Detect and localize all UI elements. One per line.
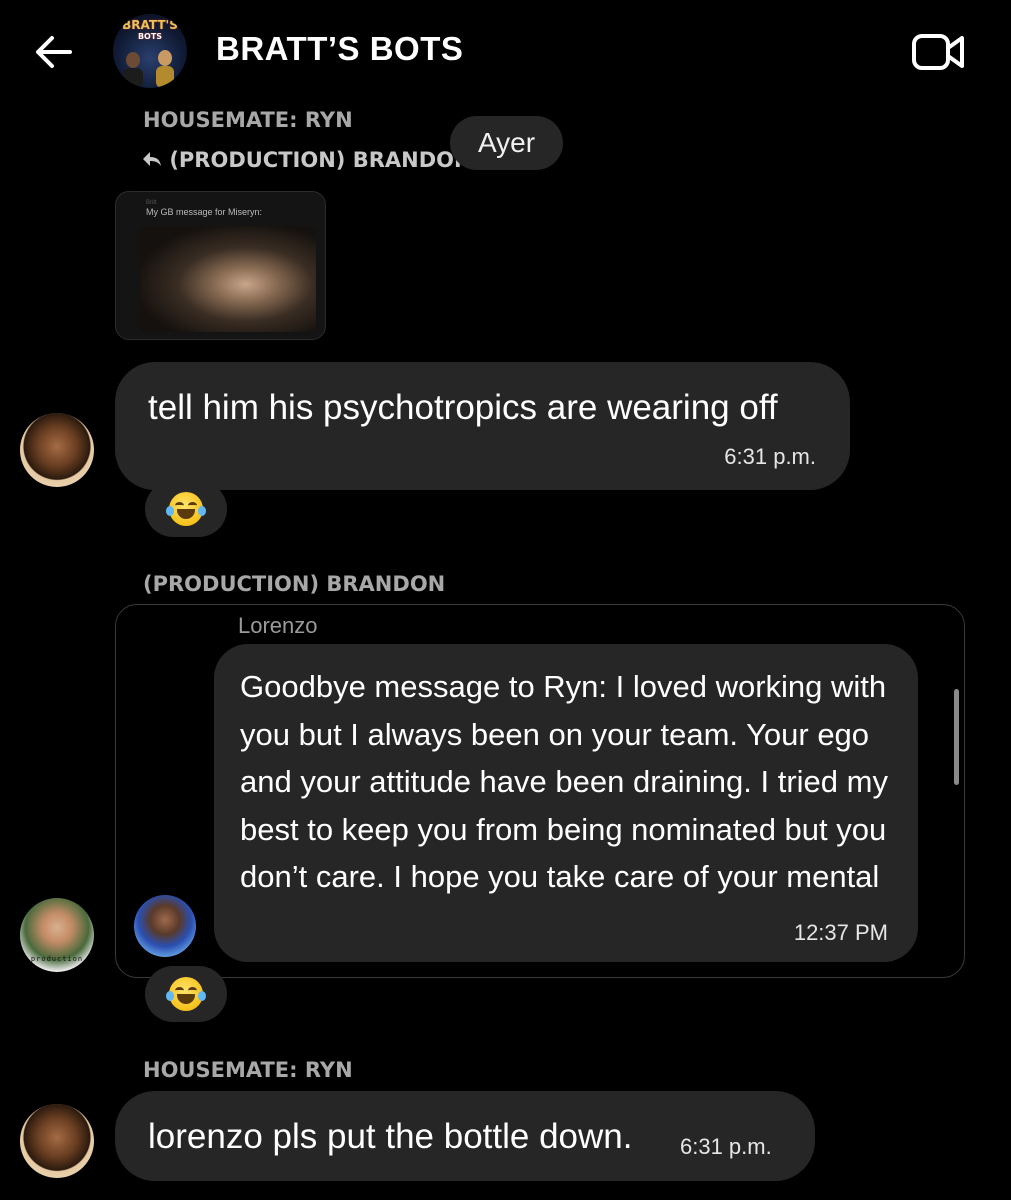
shared-message-bubble: Goodbye message to Ryn: I loved working … [214,644,918,962]
shared-author: Lorenzo [238,613,318,638]
shared-message-text: Goodbye message to Ryn: I loved working … [240,669,888,894]
date-separator: Ayer [450,116,563,170]
thumbnail-small-label: Britt [146,200,157,206]
back-button[interactable] [30,28,78,76]
reaction-pill[interactable] [145,966,227,1022]
shared-author-avatar [134,895,196,957]
group-logo: BRATT'S BOTS [122,18,178,41]
avatar[interactable] [20,1104,94,1178]
avatar[interactable] [20,413,94,487]
reaction-pill[interactable] [145,481,227,537]
avatar[interactable]: production [20,898,94,972]
laughing-tears-emoji-icon [166,492,206,526]
laughing-tears-emoji-icon [166,977,206,1011]
shared-message-time: 12:37 PM [793,920,888,945]
reply-to-name: (PRODUCTION) BRANDON [169,148,472,172]
message-bubble[interactable]: tell him his psychotropics are wearing o… [115,362,850,490]
sender-name: (PRODUCTION) BRANDON [143,572,446,596]
group-avatar[interactable]: BRATT'S BOTS [113,14,187,88]
image-thumbnail[interactable]: Britt My GB message for Miseryn: [115,191,326,340]
avatar-tag: production [30,955,84,963]
thumbnail-caption: My GB message for Miseryn: [146,207,263,217]
thumbnail-image [140,226,316,332]
sender-name: HOUSEMATE: RYN [143,1058,353,1082]
arrow-left-icon [36,36,72,68]
shared-card-scrollbar[interactable] [954,689,959,785]
message-time: 6:31 p.m. [680,1134,772,1159]
message-text: tell him his psychotropics are wearing o… [148,388,778,427]
message-time: 6:31 p.m. [724,444,816,469]
video-call-button[interactable] [910,32,966,72]
message-bubble[interactable]: lorenzo pls put the bottle down. 6:31 p.… [115,1091,815,1181]
reply-arrow-icon [143,152,161,166]
chat-title[interactable]: BRATT’S BOTS [216,30,463,68]
shared-message-card[interactable]: Lorenzo Goodbye message to Ryn: I loved … [115,604,965,978]
group-avatar-figures [123,50,174,88]
sender-name: HOUSEMATE: RYN [143,108,353,132]
message-text: lorenzo pls put the bottle down. [148,1117,633,1156]
reply-reference[interactable]: (PRODUCTION) BRANDON [142,148,472,172]
video-camera-icon [912,34,964,70]
